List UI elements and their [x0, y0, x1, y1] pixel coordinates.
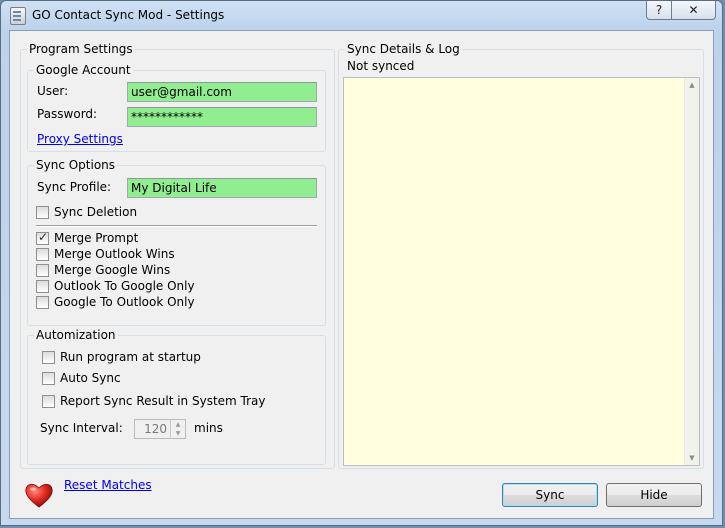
- sync-interval-stepper[interactable]: 120 ▲ ▼: [134, 419, 186, 439]
- outlook-to-google-only-box[interactable]: [36, 280, 49, 293]
- sync-status-text: Not synced: [347, 59, 415, 73]
- hide-button[interactable]: Hide: [606, 483, 702, 507]
- merge-google-wins-label: Merge Google Wins: [54, 263, 171, 277]
- merge-outlook-wins-box[interactable]: [36, 248, 49, 261]
- merge-prompt-label: Merge Prompt: [54, 231, 139, 245]
- title-bar[interactable]: GO Contact Sync Mod - Settings ? ✕: [1, 1, 724, 29]
- password-field[interactable]: ************: [127, 107, 317, 127]
- spin-arrows[interactable]: ▲ ▼: [170, 420, 185, 438]
- app-icon: [10, 7, 26, 25]
- run-at-startup-label: Run program at startup: [60, 350, 201, 364]
- outlook-to-google-only-label: Outlook To Google Only: [54, 279, 195, 293]
- sync-interval-unit: mins: [194, 421, 223, 435]
- google-to-outlook-only-label: Google To Outlook Only: [54, 295, 195, 309]
- sync-profile-label: Sync Profile:: [37, 180, 112, 194]
- sync-deletion-box[interactable]: [36, 206, 49, 219]
- sync-log-legend: Sync Details & Log: [345, 42, 462, 56]
- scroll-up-icon[interactable]: ▲: [685, 78, 699, 92]
- close-button[interactable]: ✕: [671, 1, 716, 20]
- sync-button[interactable]: Sync: [502, 483, 598, 507]
- help-button[interactable]: ?: [646, 1, 672, 20]
- user-label: User:: [37, 84, 69, 98]
- close-icon: ✕: [688, 3, 699, 17]
- sync-interval-value: 120: [144, 422, 167, 436]
- help-icon: ?: [655, 3, 663, 17]
- log-scrollbar[interactable]: ▲ ▼: [684, 78, 699, 465]
- sync-log-textarea[interactable]: ▲ ▼: [343, 77, 700, 466]
- merge-google-wins-box[interactable]: [36, 264, 49, 277]
- scroll-down-icon[interactable]: ▼: [685, 451, 699, 465]
- merge-outlook-wins-label: Merge Outlook Wins: [54, 247, 175, 261]
- sync-profile-field[interactable]: My Digital Life: [127, 178, 317, 198]
- heart-icon: [25, 483, 53, 508]
- auto-sync-label: Auto Sync: [60, 371, 121, 385]
- proxy-settings-link[interactable]: Proxy Settings: [37, 132, 123, 146]
- run-at-startup-box[interactable]: [42, 351, 55, 364]
- google-account-legend: Google Account: [34, 63, 133, 77]
- automization-legend: Automization: [34, 328, 118, 342]
- google-to-outlook-only-box[interactable]: [36, 296, 49, 309]
- spin-up-icon[interactable]: ▲: [171, 420, 185, 429]
- sync-options-legend: Sync Options: [34, 158, 118, 172]
- sync-options-divider: [36, 225, 317, 227]
- user-field[interactable]: user@gmail.com: [127, 82, 317, 102]
- report-sync-result-box[interactable]: [42, 395, 55, 408]
- auto-sync-box[interactable]: [42, 372, 55, 385]
- report-sync-result-label: Report Sync Result in System Tray: [60, 394, 266, 408]
- sync-deletion-label: Sync Deletion: [54, 205, 138, 219]
- reset-matches-link[interactable]: Reset Matches: [64, 478, 152, 492]
- spin-down-icon[interactable]: ▼: [171, 429, 185, 438]
- window-title: GO Contact Sync Mod - Settings: [32, 8, 225, 22]
- merge-prompt-box[interactable]: [36, 230, 49, 245]
- settings-window: GO Contact Sync Mod - Settings ? ✕ Progr…: [0, 0, 723, 526]
- sync-interval-label: Sync Interval:: [40, 421, 123, 435]
- client-area: Program Settings Google Account User: us…: [9, 30, 714, 519]
- program-settings-legend: Program Settings: [27, 42, 135, 56]
- password-label: Password:: [37, 107, 98, 121]
